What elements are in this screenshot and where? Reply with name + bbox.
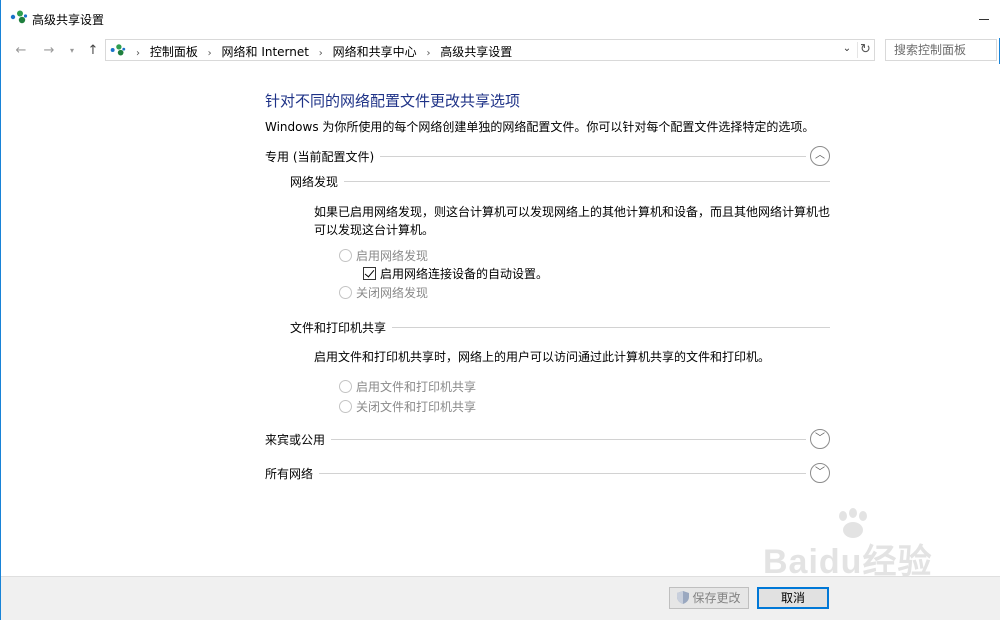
- subsection-label-file-printer-sharing: 文件和打印机共享: [290, 319, 393, 336]
- radio-disable-network-discovery[interactable]: 关闭网络发现: [339, 284, 428, 300]
- breadcrumb-item-network-internet[interactable]: 网络和 Internet: [222, 43, 309, 60]
- chevron-right-icon[interactable]: ›: [208, 48, 212, 59]
- minimize-button[interactable]: [977, 10, 991, 24]
- subsection-network-discovery: 网络发现: [290, 173, 830, 190]
- profile-section-private[interactable]: 专用 (当前配置文件) ︿: [265, 146, 830, 166]
- radio-disable-file-printer-sharing[interactable]: 关闭文件和打印机共享: [339, 398, 476, 414]
- window-title: 高级共享设置: [32, 13, 105, 27]
- checkbox[interactable]: [363, 267, 376, 280]
- profile-label-private: 专用 (当前配置文件): [265, 148, 381, 165]
- network-icon: [110, 44, 126, 56]
- chevron-down-icon[interactable]: ﹀: [810, 463, 830, 483]
- network-icon: [10, 10, 28, 24]
- network-discovery-description: 如果已启用网络发现，则这台计算机可以发现网络上的其他计算机和设备，而且其他网络计…: [314, 205, 831, 237]
- file-printer-sharing-description: 启用文件和打印机共享时，网络上的用户可以访问通过此计算机共享的文件和打印机。: [314, 350, 771, 364]
- chevron-down-icon[interactable]: ﹀: [810, 429, 830, 449]
- chevron-right-icon[interactable]: ›: [426, 48, 430, 59]
- breadcrumb-item-network-sharing-center[interactable]: 网络和共享中心: [333, 43, 417, 60]
- radio-enable-file-printer-sharing[interactable]: 启用文件和打印机共享: [339, 378, 476, 394]
- cancel-button[interactable]: 取消: [757, 587, 829, 609]
- option-label: 关闭文件和打印机共享: [356, 400, 477, 414]
- uac-shield-icon: [677, 591, 690, 604]
- page-title: 针对不同的网络配置文件更改共享选项: [265, 92, 521, 110]
- footer-bar: 保存更改 取消: [1, 576, 1000, 620]
- title-bar: 高级共享设置: [1, 0, 1000, 38]
- breadcrumb-item-advanced-sharing[interactable]: 高级共享设置: [440, 43, 512, 60]
- profile-section-guest-public[interactable]: 来宾或公用 ﹀: [265, 429, 830, 449]
- search-input[interactable]: [892, 41, 1000, 59]
- option-label: 启用网络连接设备的自动设置。: [380, 267, 549, 281]
- navigation-bar: ← → ▾ ↑ › 控制面板 › 网络和 Internet › 网络和共享中心 …: [1, 38, 1000, 64]
- chevron-right-icon: ›: [136, 48, 140, 59]
- save-changes-button[interactable]: 保存更改: [669, 587, 749, 609]
- breadcrumb-item-control-panel[interactable]: 控制面板: [150, 43, 198, 60]
- radio-enable-network-discovery[interactable]: 启用网络发现: [339, 247, 428, 263]
- profile-label-guest-public: 来宾或公用: [265, 431, 332, 448]
- radio-button[interactable]: [339, 400, 352, 413]
- save-changes-label: 保存更改: [692, 591, 741, 605]
- option-label: 关闭网络发现: [356, 286, 429, 300]
- chevron-down-icon[interactable]: ⌄: [840, 43, 854, 59]
- back-arrow-icon[interactable]: ←: [13, 42, 29, 60]
- chevron-right-icon[interactable]: ›: [319, 48, 323, 59]
- divider: [265, 473, 806, 474]
- profile-section-all-networks[interactable]: 所有网络 ﹀: [265, 463, 830, 483]
- radio-button[interactable]: [339, 380, 352, 393]
- divider: [290, 181, 830, 182]
- chevron-up-icon[interactable]: ︿: [810, 146, 830, 166]
- page-description: Windows 为你所使用的每个网络创建单独的网络配置文件。你可以针对每个配置文…: [265, 120, 815, 134]
- subsection-label-network-discovery: 网络发现: [290, 173, 345, 190]
- subsection-file-printer-sharing: 文件和打印机共享: [290, 319, 830, 336]
- window: 高级共享设置 ← → ▾ ↑ › 控制面板 › 网络和 Internet › 网…: [0, 0, 1000, 620]
- checkbox-auto-setup[interactable]: 启用网络连接设备的自动设置。: [363, 265, 548, 281]
- divider: [265, 439, 806, 440]
- address-bar[interactable]: › 控制面板 › 网络和 Internet › 网络和共享中心 › 高级共享设置…: [105, 39, 875, 61]
- refresh-icon[interactable]: ↻: [857, 42, 873, 58]
- main-content: 针对不同的网络配置文件更改共享选项 Windows 为你所使用的每个网络创建单独…: [1, 64, 1000, 576]
- profile-label-all-networks: 所有网络: [265, 465, 320, 482]
- option-label: 启用网络发现: [356, 249, 429, 263]
- option-label: 启用文件和打印机共享: [356, 380, 477, 394]
- forward-arrow-icon[interactable]: →: [41, 42, 57, 60]
- recent-locations-icon[interactable]: ▾: [67, 42, 77, 60]
- up-arrow-icon[interactable]: ↑: [85, 42, 101, 60]
- breadcrumb: › 控制面板 › 网络和 Internet › 网络和共享中心 › 高级共享设置: [130, 43, 512, 60]
- search-box[interactable]: [885, 39, 1000, 61]
- radio-button[interactable]: [339, 249, 352, 262]
- radio-button[interactable]: [339, 286, 352, 299]
